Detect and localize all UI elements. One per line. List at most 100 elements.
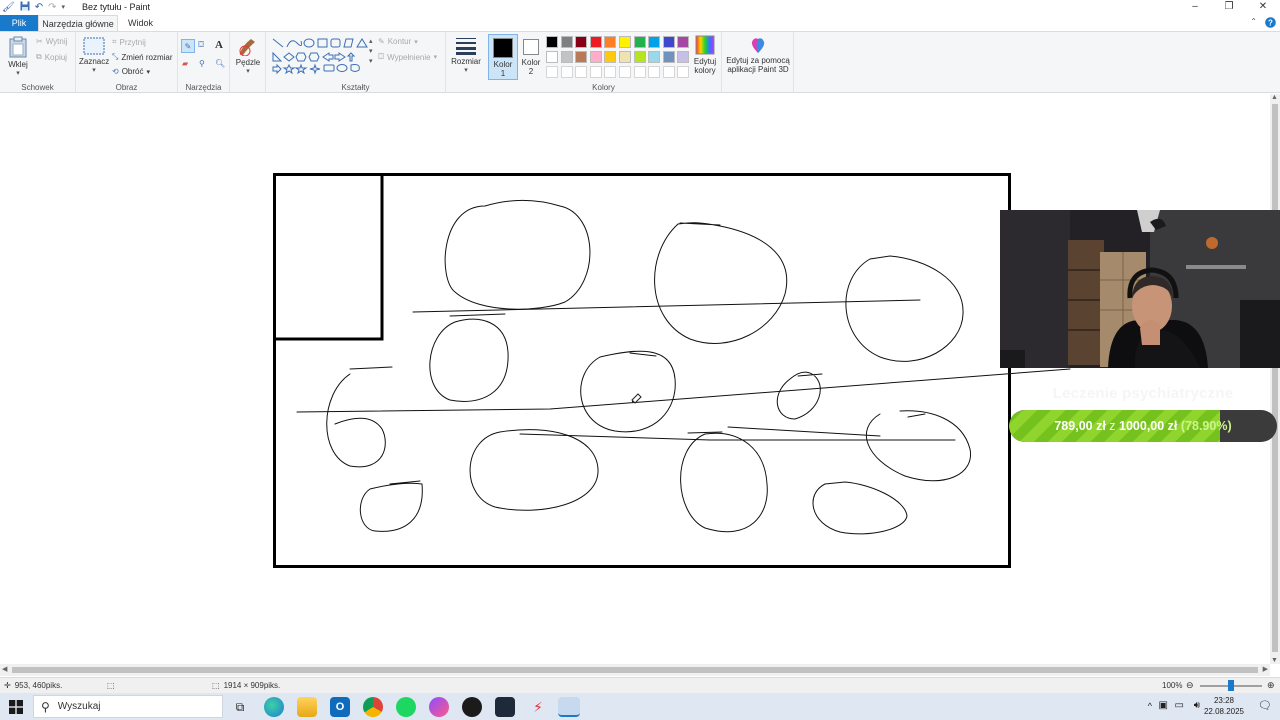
help-icon[interactable]: ? [1265,17,1276,31]
colors-group-label: Kolory [592,83,615,92]
redo-icon[interactable]: ↷ [48,1,56,14]
palette-swatch[interactable] [648,51,661,63]
select-button[interactable]: Zaznacz ▾ [79,37,109,74]
palette-swatch[interactable] [662,51,675,63]
palette-swatch[interactable] [589,51,602,63]
edit-colors-button[interactable]: Edytuj kolory [690,35,720,75]
windows-start-icon[interactable] [9,700,23,714]
edit-with-paint3d-button[interactable]: Edytuj za pomocą aplikacji Paint 3D [724,36,792,74]
custom-color-slot[interactable] [633,66,646,78]
crosshair-icon: ✛ [4,681,11,690]
palette-swatch[interactable] [677,36,690,48]
palette-swatch[interactable] [604,36,617,48]
custom-color-slot[interactable] [575,66,588,78]
custom-color-slot[interactable] [560,66,573,78]
messenger-icon[interactable] [429,697,449,717]
edge-icon[interactable] [264,697,284,717]
zoom-out-icon[interactable]: ⊖ [1186,680,1194,691]
palette-swatch[interactable] [546,51,558,63]
palette-swatch[interactable] [604,51,617,63]
scroll-down-icon[interactable]: ▼ [1271,657,1278,664]
game-launcher-icon[interactable] [495,697,515,717]
palette-swatch[interactable] [619,36,631,48]
zoom-slider-thumb[interactable] [1228,680,1234,691]
text-tool[interactable]: A [215,39,223,51]
customize-qat-chevron-icon[interactable]: ▾ [61,1,65,14]
taskbar-search-box[interactable]: ⚲ Wyszukaj [33,695,223,718]
tray-overflow-icon[interactable]: ^ [1148,701,1152,711]
media-app-icon[interactable] [462,697,482,717]
size-button[interactable]: Rozmiar ▾ [449,37,483,74]
scroll-up-icon[interactable]: ▲ [1271,94,1278,101]
undo-icon[interactable]: ↶ [35,1,43,14]
clock[interactable]: 23:28 22.08.2025 [1204,695,1244,717]
palette-swatch[interactable] [575,36,588,48]
palette-swatch[interactable] [575,51,588,63]
palette-swatch[interactable] [633,51,646,63]
resize-button[interactable]: ⤡ Zmień rozmiar [112,52,173,62]
cut-button[interactable]: ✂ Wytnij [36,37,67,46]
collapse-ribbon-icon[interactable]: ⌃ [1250,17,1257,31]
eraser-tool[interactable]: ▰ [182,59,188,68]
chrome-icon[interactable] [363,697,383,717]
custom-color-slot[interactable] [662,66,675,78]
flash-app-icon[interactable]: ⚡ [528,697,548,717]
scroll-left-icon[interactable]: ◀ [2,665,7,673]
line-2 [296,368,1071,413]
fill-tool[interactable]: ⛋ [198,40,204,50]
tab-file[interactable]: Plik [0,15,38,31]
scroll-right-icon[interactable]: ▶ [1263,665,1268,673]
copy-button[interactable]: ⧉ Kopiuj [36,52,67,62]
rotate-button[interactable]: ⟲ Obróć ▾ [112,67,150,76]
fill-button[interactable]: ⛋ Wypełnienie ▾ [378,52,437,62]
tray-app-icon[interactable]: ▣ [1159,700,1168,711]
tab-view[interactable]: Widok [120,15,161,31]
palette-swatch[interactable] [662,36,675,48]
custom-color-slot[interactable] [677,66,690,78]
shapes-gallery[interactable] [271,37,373,79]
crop-button[interactable]: ⌗ Przytnij [112,37,146,47]
color2-button[interactable]: Kolor 2 [520,34,542,80]
vertical-scroll-thumb[interactable] [1272,104,1278,652]
file-explorer-icon[interactable] [297,697,317,717]
minimize-button[interactable]: – [1178,0,1212,15]
custom-color-slot[interactable] [546,66,558,78]
palette-swatch[interactable] [560,36,573,48]
vertical-scrollbar[interactable]: ▲ ▼ [1270,94,1280,664]
zoom-in-icon[interactable]: ⊕ [1267,680,1275,691]
palette-swatch[interactable] [648,36,661,48]
horizontal-scrollbar[interactable]: ◀ ▶ [0,664,1270,676]
notifications-icon[interactable]: 🗨︎ [1258,699,1272,712]
outline-button[interactable]: ✎ Kontur ▾ [378,37,418,46]
spotify-icon[interactable] [396,697,416,717]
palette-swatch[interactable] [589,36,602,48]
horizontal-scroll-thumb[interactable] [12,667,1258,673]
outlook-icon[interactable]: O [330,697,350,717]
custom-color-slot[interactable] [648,66,661,78]
brushes-button[interactable]: Pędzle ▾ [233,36,263,75]
drawing-canvas[interactable] [0,94,1270,664]
task-view-icon[interactable]: ⧉ [230,697,250,717]
color-picker-tool[interactable]: ⚲ [199,59,205,68]
pencil-tool[interactable]: ✎ [181,39,195,53]
palette-swatch[interactable] [546,36,558,48]
palette-swatch[interactable] [560,51,573,63]
custom-color-slot[interactable] [619,66,631,78]
paste-button[interactable]: Wklej ▾ [4,36,32,77]
save-icon[interactable] [20,1,30,15]
close-button[interactable]: ✕ [1246,0,1280,15]
palette-swatch[interactable] [619,51,631,63]
volume-icon[interactable]: 🔊︎ [1194,700,1200,711]
maximize-button[interactable]: ❐ [1212,0,1246,15]
tab-home[interactable]: Narzędzia główne [38,15,118,31]
magnifier-tool[interactable]: 🔍︎ [215,59,225,68]
custom-color-slot[interactable] [604,66,617,78]
fill-label: Wypełnienie [387,52,431,62]
shapes-scroll[interactable]: ▴ ▾ ▾ [369,37,373,65]
palette-swatch[interactable] [677,51,690,63]
color1-button[interactable]: Kolor 1 [488,34,518,80]
network-icon[interactable]: ▭ [1175,700,1184,711]
custom-color-slot[interactable] [589,66,602,78]
paint-taskbar-icon[interactable] [558,697,580,717]
palette-swatch[interactable] [633,36,646,48]
